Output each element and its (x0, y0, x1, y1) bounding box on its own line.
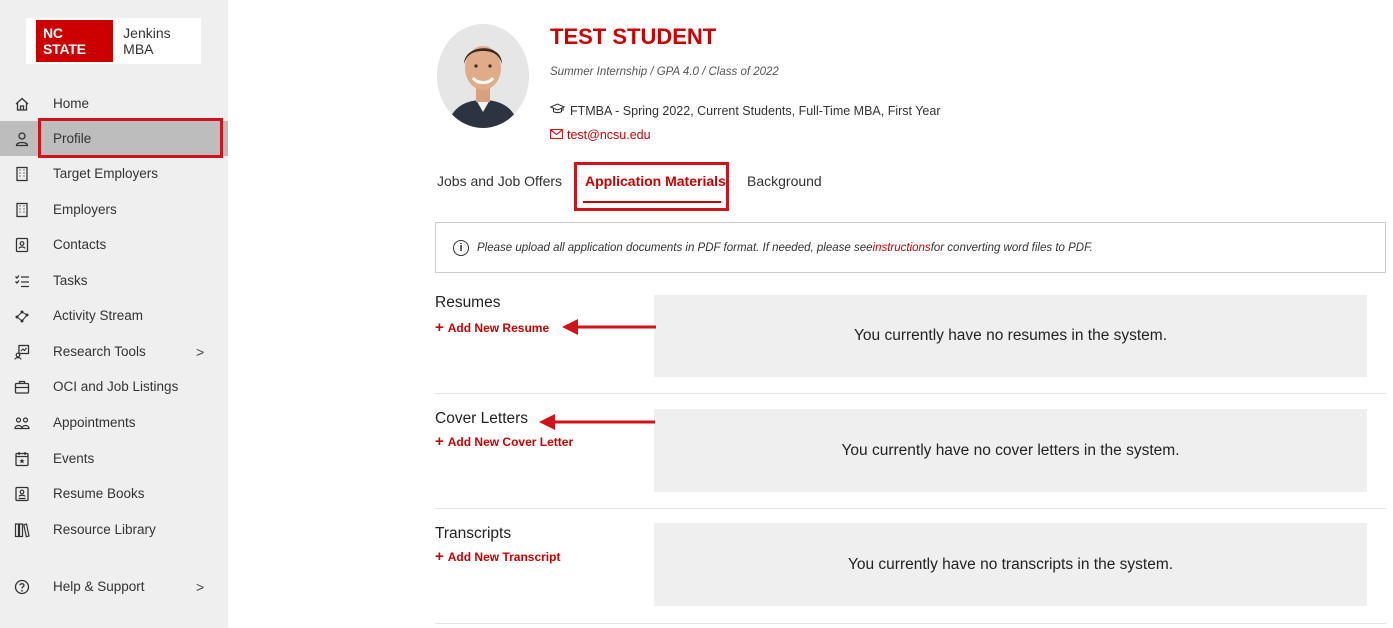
sidebar-item-events[interactable]: Events (0, 441, 228, 476)
transcripts-empty-state: You currently have no transcripts in the… (654, 523, 1367, 606)
sidebar-item-label: Events (53, 451, 95, 466)
add-new-resume-label: Add New Resume (447, 320, 550, 335)
notice-text-before: Please upload all application documents … (477, 241, 873, 254)
sidebar-item-label: Resume Books (53, 486, 145, 501)
network-icon (14, 308, 30, 324)
sidebar-item-appointments[interactable]: Appointments (0, 405, 228, 440)
sidebar-item-resource-library[interactable]: Resource Library (0, 512, 228, 547)
tab-highlight-box (574, 162, 729, 211)
sidebar-item-label: Home (53, 96, 90, 111)
section-divider (435, 508, 1386, 509)
tab-background[interactable]: Background (747, 173, 822, 189)
sidebar-item-label: Resource Library (53, 522, 156, 537)
help-icon (14, 579, 30, 595)
checklist-icon (14, 273, 30, 289)
transcripts-title: Transcripts (435, 525, 512, 542)
plus-icon: + (435, 433, 444, 450)
info-icon: i (453, 239, 469, 256)
envelope-icon (550, 128, 563, 142)
sidebar-item-label: Research Tools (53, 344, 146, 359)
add-new-cover-letter-button[interactable]: + Add New Cover Letter (435, 434, 573, 449)
sidebar-item-label: Tasks (53, 273, 88, 288)
contact-card-icon (14, 237, 30, 253)
resume-book-icon (14, 486, 30, 502)
sidebar-item-home[interactable]: Home (0, 86, 228, 121)
tab-jobs-offers[interactable]: Jobs and Job Offers (437, 173, 562, 189)
sidebar-item-resume-books[interactable]: Resume Books (0, 476, 228, 511)
instructions-link[interactable]: instructions (873, 242, 931, 254)
user-icon (14, 131, 30, 147)
logo-unit: Jenkins MBA (123, 25, 171, 57)
sidebar-item-label: Contacts (53, 237, 107, 252)
sidebar-item-activity-stream[interactable]: Activity Stream (0, 298, 228, 333)
sidebar-item-help-support[interactable]: Help & Support > (0, 569, 228, 604)
profile-subline: Summer Internship / GPA 4.0 / Class of 2… (550, 66, 779, 78)
logo[interactable]: NC STATE Jenkins MBA (26, 18, 201, 64)
sidebar-item-label: Activity Stream (53, 308, 144, 323)
upload-notice: i Please upload all application document… (435, 222, 1386, 273)
sidebar-item-employers[interactable]: Employers (0, 192, 228, 227)
briefcase-icon (14, 379, 30, 395)
people-icon (14, 415, 30, 431)
avatar (437, 24, 529, 128)
profile-highlight-box (38, 118, 223, 158)
plus-icon: + (435, 319, 444, 336)
chevron-right-icon: > (196, 578, 205, 595)
sidebar-item-label: Help & Support (53, 579, 145, 594)
profile-program-text: FTMBA - Spring 2022, Current Students, F… (570, 103, 941, 118)
sidebar-item-tasks[interactable]: Tasks (0, 263, 228, 298)
profile-email-text: test@ncsu.edu (567, 128, 651, 142)
cover-letters-empty-state: You currently have no cover letters in t… (654, 409, 1367, 492)
sidebar-item-label: Target Employers (53, 166, 159, 181)
resumes-empty-state: You currently have no resumes in the sys… (654, 295, 1367, 377)
research-icon (14, 344, 30, 360)
sidebar-item-oci-job-listings[interactable]: OCI and Job Listings (0, 369, 228, 404)
sidebar: NC STATE Jenkins MBA Home Profile Target… (0, 0, 228, 628)
annotation-arrow-cover-letters (539, 414, 655, 430)
section-divider (435, 623, 1386, 624)
add-new-resume-button[interactable]: + Add New Resume (435, 320, 549, 335)
sidebar-item-research-tools[interactable]: Research Tools > (0, 334, 228, 369)
notice-text-after: for converting word files to PDF. (930, 241, 1093, 254)
plus-icon: + (435, 548, 444, 565)
sidebar-item-target-employers[interactable]: Target Employers (0, 156, 228, 191)
add-new-transcript-button[interactable]: + Add New Transcript (435, 549, 560, 564)
cover-letters-title: Cover Letters (435, 410, 529, 427)
logo-brand: NC STATE (36, 20, 114, 62)
annotation-arrow-resumes (562, 319, 656, 335)
add-new-transcript-label: Add New Transcript (447, 549, 561, 564)
sidebar-item-label: OCI and Job Listings (53, 379, 179, 394)
graduation-cap-icon (549, 103, 566, 118)
home-icon (14, 96, 30, 112)
building-icon (14, 166, 30, 182)
calendar-star-icon (14, 451, 30, 467)
sidebar-item-contacts[interactable]: Contacts (0, 227, 228, 262)
resumes-title: Resumes (435, 294, 501, 311)
section-divider (435, 393, 1386, 394)
building-icon (14, 202, 30, 218)
library-icon (14, 522, 30, 538)
add-new-cover-letter-label: Add New Cover Letter (447, 434, 574, 449)
chevron-right-icon: > (196, 343, 205, 360)
sidebar-item-label: Appointments (53, 415, 136, 430)
profile-program: FTMBA - Spring 2022, Current Students, F… (549, 103, 941, 118)
profile-email[interactable]: test@ncsu.edu (550, 128, 651, 142)
profile-name: TEST STUDENT (550, 24, 717, 49)
sidebar-item-label: Employers (53, 202, 117, 217)
